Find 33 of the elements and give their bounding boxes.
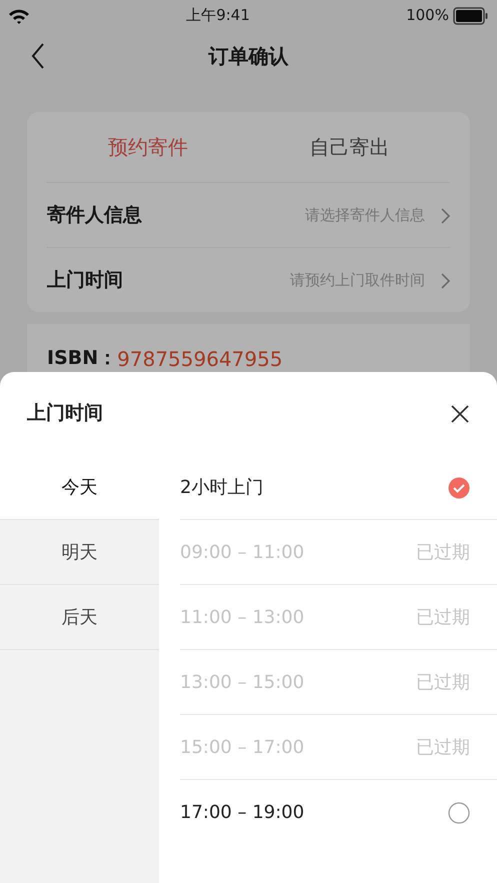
slot-time: 15:00 – 17:00: [180, 736, 304, 760]
slot-time: 11:00 – 13:00: [180, 606, 304, 630]
wifi-icon: [8, 8, 30, 24]
checked-radio-icon[interactable]: [448, 476, 470, 499]
back-button[interactable]: [30, 42, 46, 70]
slot-time: 09:00 – 11:00: [180, 540, 304, 564]
form-row[interactable]: 上门时间 请预约上门取件时间: [47, 247, 450, 312]
radio-icon[interactable]: [448, 802, 470, 824]
mode-tab[interactable]: 自己寄出: [248, 112, 450, 182]
row-placeholder: 请预约上门取件时间: [290, 270, 425, 291]
row-placeholder: 请选择寄件人信息: [305, 204, 425, 226]
slot-status: 已过期: [416, 670, 470, 694]
form-row[interactable]: 寄件人信息 请选择寄件人信息: [47, 182, 450, 247]
chevron-icon: [441, 208, 450, 224]
sheet-title: 上门时间: [27, 401, 103, 426]
row-label: 寄件人信息: [47, 202, 142, 228]
isbn-label: ISBN：: [47, 346, 118, 364]
chevron-icon: [441, 272, 450, 289]
slot-status: 已过期: [416, 736, 470, 760]
battery-icon: [452, 6, 489, 25]
row-label: 上门时间: [47, 268, 123, 293]
page-title: 订单确认: [208, 43, 288, 70]
slot-status: 已过期: [416, 540, 470, 564]
time-slot[interactable]: 17:00 – 19:00: [180, 780, 497, 845]
time-slot[interactable]: 2小时上门: [180, 455, 497, 520]
slot-time: 17:00 – 19:00: [180, 801, 304, 825]
slot-status: 已过期: [416, 606, 470, 630]
status-time: 上午9:41: [186, 4, 250, 26]
day-tab[interactable]: 今天: [0, 455, 159, 520]
isbn-value: 9787559647955: [117, 346, 283, 364]
slot-time: 13:00 – 15:00: [180, 670, 304, 694]
battery-percent: 100%: [406, 4, 449, 26]
slot-time: 2小时上门: [180, 476, 264, 500]
